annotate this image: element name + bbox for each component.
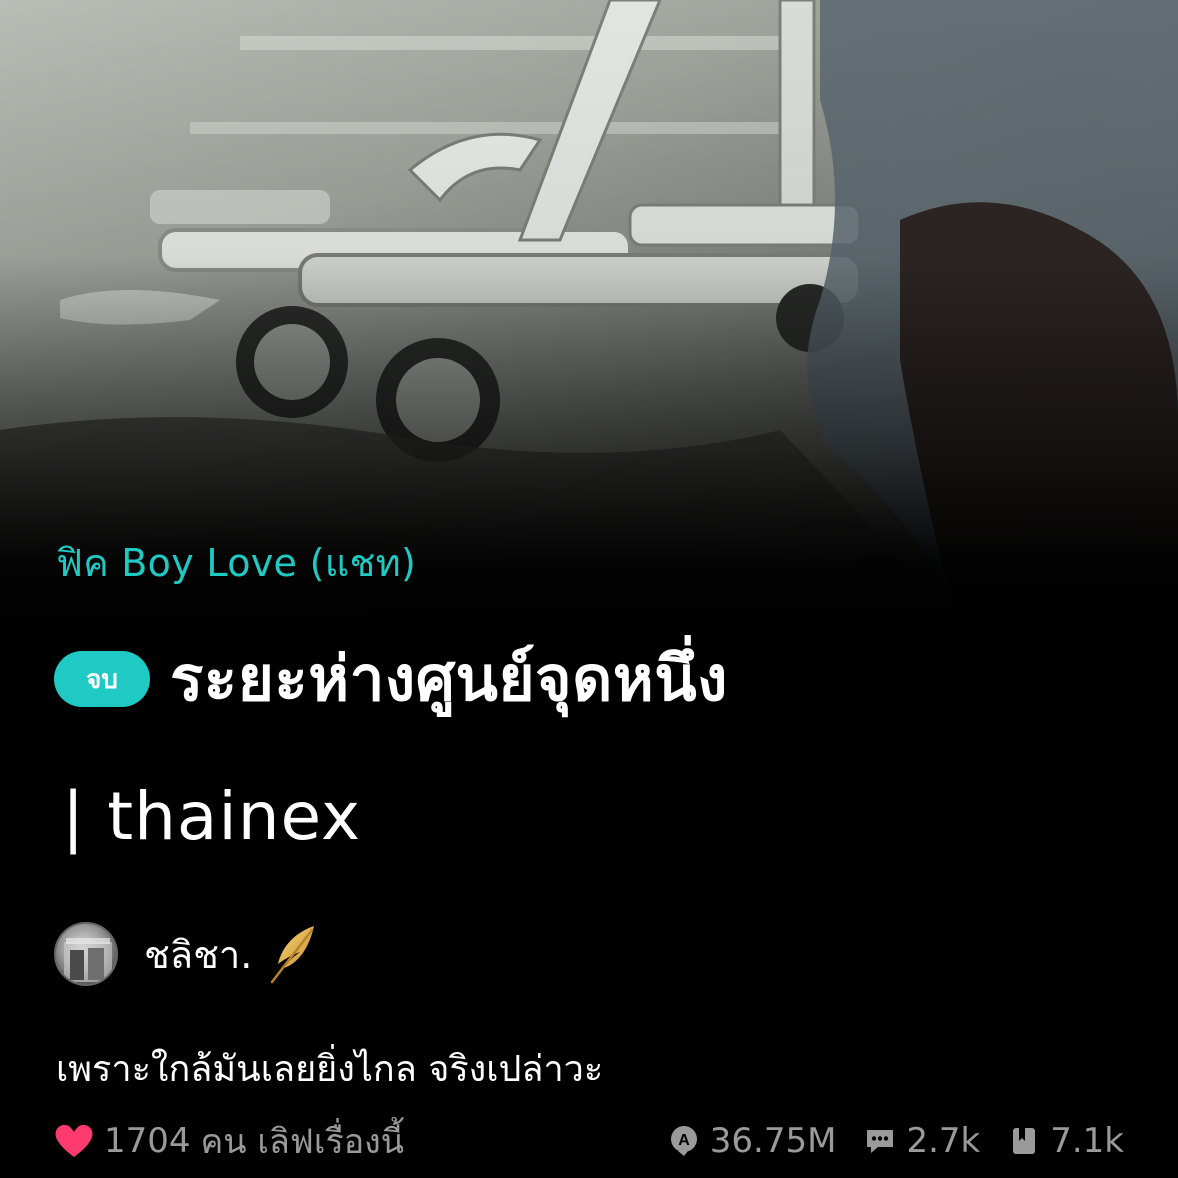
feather-icon [271,926,315,984]
story-title-suffix: | thainex [62,778,362,855]
status-badge: จบ [54,651,150,707]
bookmarks-stat[interactable]: 7.1k [1008,1121,1124,1161]
avatar-photo [64,938,112,982]
comment-icon [867,1130,894,1153]
comments-count: 2.7k [906,1121,981,1161]
story-category[interactable]: ฟิค Boy Love (แชท) [56,532,416,593]
likes-stat[interactable]: 1704 คน เลิฟเรื่องนี้ [54,1114,404,1168]
avatar[interactable] [54,922,118,986]
bookmarks-count: 7.1k [1050,1121,1124,1161]
views-count: 36.75M [709,1121,837,1161]
view-icon: A [670,1126,697,1156]
story-title: ระยะห่างศูนย์จุดหนึ่ง [170,642,728,715]
comments-stat[interactable]: 2.7k [864,1121,980,1161]
author-name[interactable]: ชลิชา. [144,924,252,985]
story-synopsis: เพราะใกล้มันเลยยิ่งไกล จริงเปล่าวะ [56,1049,604,1090]
likes-label: คน เลิฟเรื่องนี้ [200,1122,404,1162]
svg-text:A: A [678,1132,690,1149]
stats-bar: 1704 คน เลิฟเรื่องนี้ A 36.75M 2.7k 7.1k [54,1118,1124,1164]
heart-icon[interactable] [54,1123,94,1159]
author-row[interactable]: ชลิชา. [54,922,318,986]
views-stat: A 36.75M [668,1121,837,1161]
story-metrics: A 36.75M 2.7k 7.1k [668,1121,1124,1161]
likes-count: 1704 [104,1121,191,1161]
title-row: จบ ระยะห่างศูนย์จุดหนึ่ง [54,630,728,728]
book-icon [1013,1128,1036,1154]
